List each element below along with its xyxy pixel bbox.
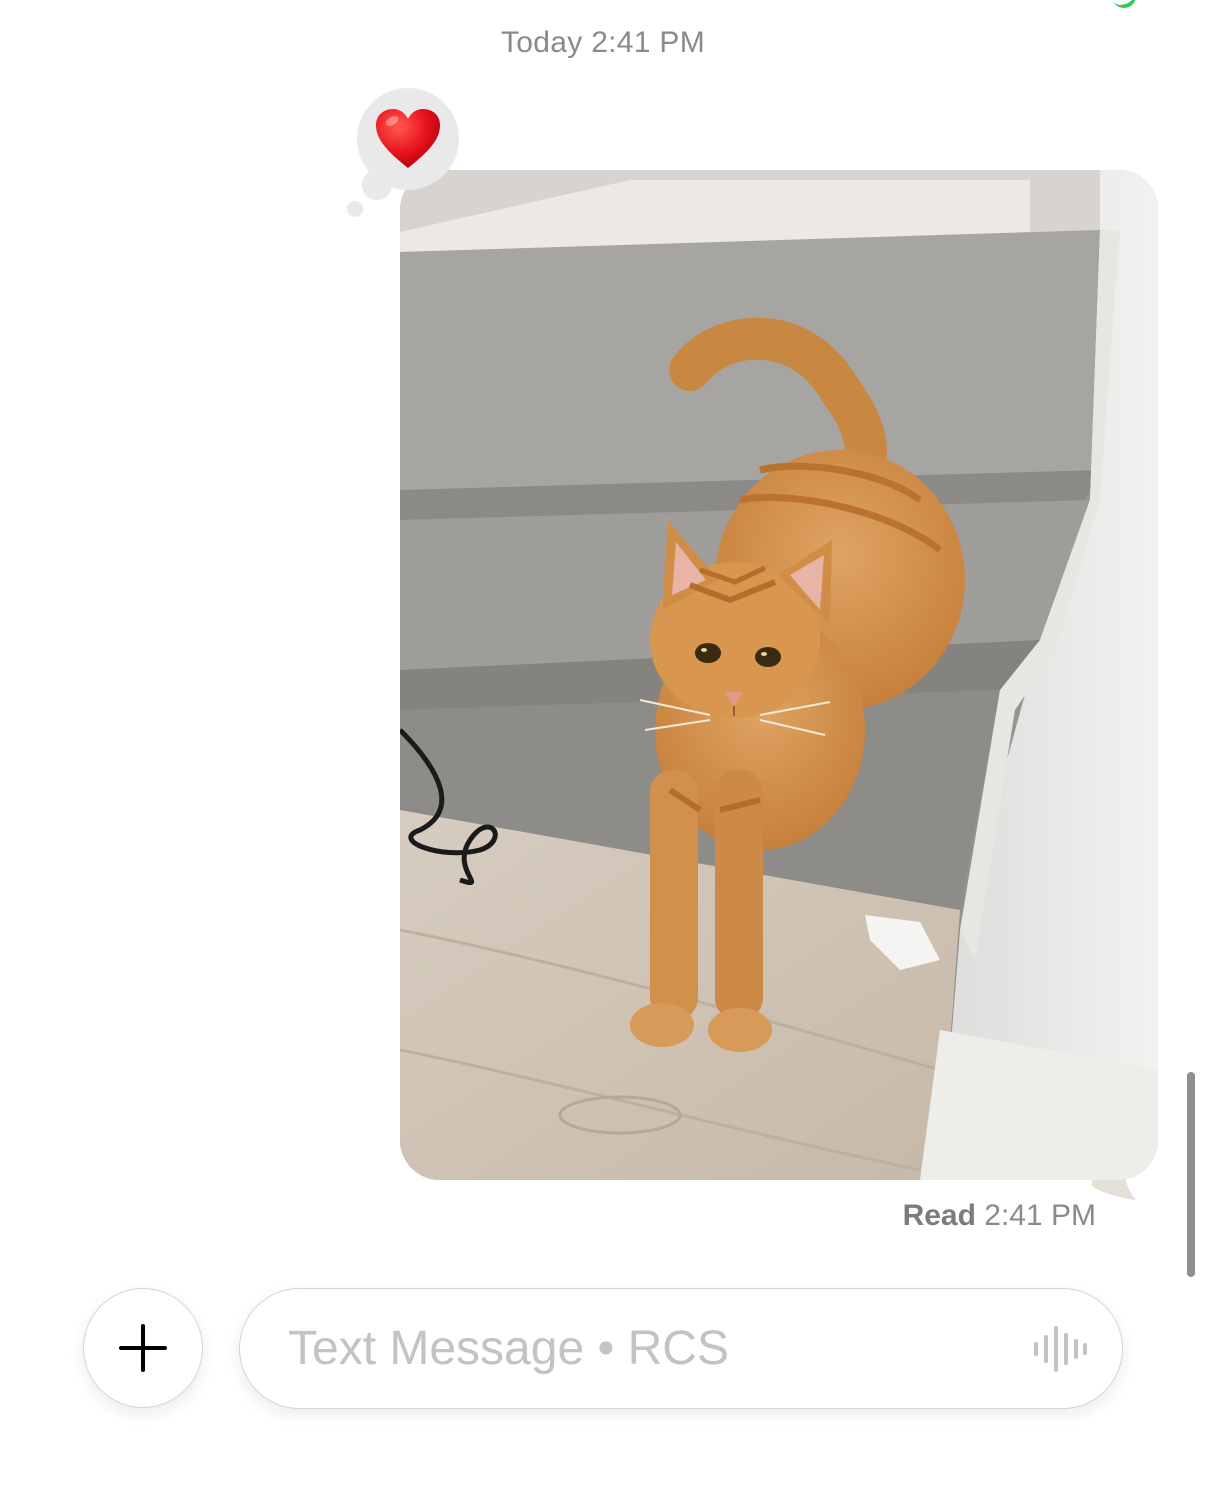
status-time: 2:41 PM — [984, 1199, 1096, 1232]
photo-attachment[interactable] — [400, 170, 1158, 1180]
tapback-tail — [347, 201, 363, 217]
status-label: Read — [902, 1199, 976, 1232]
timestamp-day: Today — [500, 26, 583, 59]
plus-icon — [119, 1324, 167, 1372]
add-attachment-button[interactable] — [83, 1288, 203, 1408]
delivery-status: Read 2:41 PM — [903, 1199, 1096, 1233]
message-input-container[interactable] — [239, 1288, 1123, 1409]
timestamp-time: 2:41 PM — [591, 26, 706, 59]
message-input[interactable] — [288, 1315, 1008, 1381]
previous-message-edge — [1108, 0, 1140, 12]
conversation-timestamp: Today 2:41 PM — [0, 26, 1206, 60]
scrollbar[interactable] — [1187, 1072, 1195, 1277]
tapback-reaction[interactable] — [357, 88, 459, 190]
waveform-icon[interactable] — [1030, 1324, 1090, 1374]
heart-icon — [376, 109, 440, 168]
